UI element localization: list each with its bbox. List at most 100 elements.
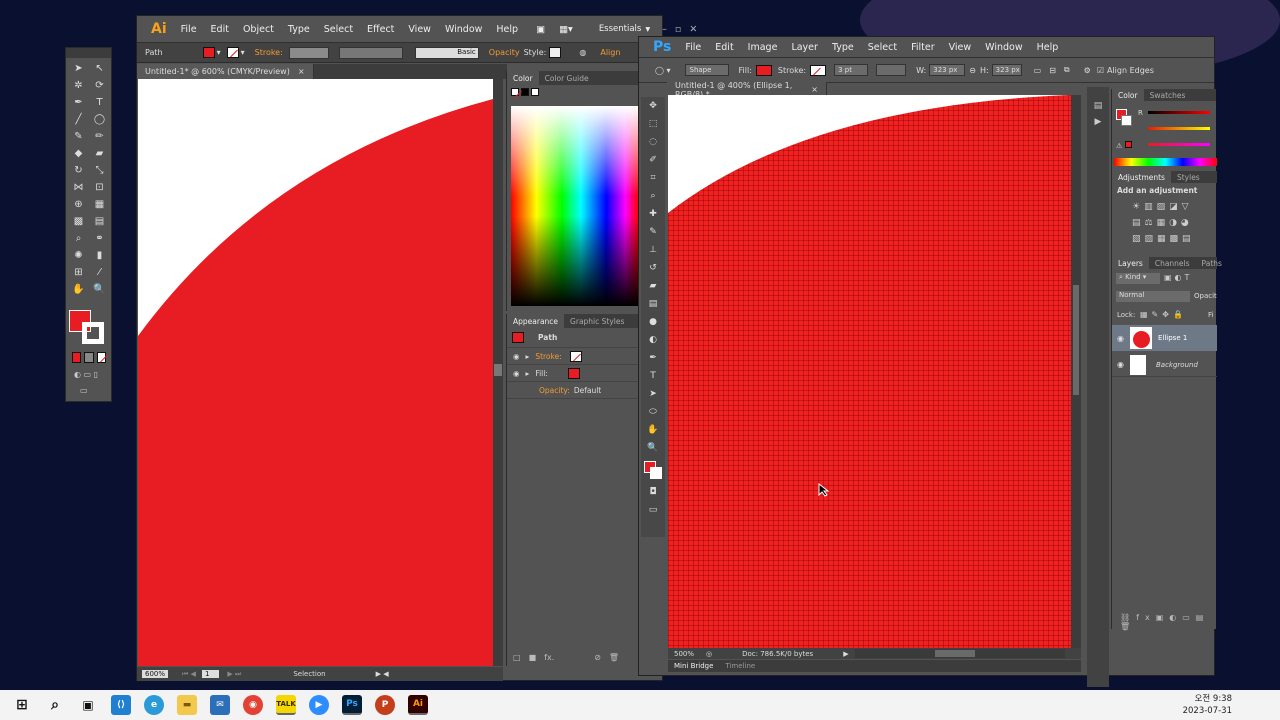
scroll-thumb[interactable] (934, 650, 975, 657)
illustrator-taskbar-icon[interactable]: Ai (408, 695, 428, 715)
menu-filter[interactable]: Filter (911, 42, 935, 53)
fill-row[interactable]: ◉ ▸ Fill: (507, 365, 638, 382)
powerpoint-icon[interactable]: P (375, 695, 395, 715)
tab-ps-swatches[interactable]: Swatches (1144, 91, 1192, 100)
dodge-tool-icon[interactable]: ◐ (641, 331, 665, 349)
brush-tool-icon[interactable]: ✎ (641, 223, 665, 241)
chrome-icon[interactable]: ◉ (243, 695, 263, 715)
close-icon[interactable]: ✕ (689, 24, 697, 35)
eraser-tool-icon[interactable]: ▰ (89, 145, 110, 162)
menu-edit[interactable]: Edit (715, 42, 733, 53)
tab-styles[interactable]: Styles (1171, 173, 1206, 182)
menu-view[interactable]: View (408, 24, 431, 35)
none-button[interactable] (96, 352, 106, 363)
blur-tool-icon[interactable]: ● (641, 313, 665, 331)
fill-swatch[interactable] (202, 47, 215, 58)
tab-graphic-styles[interactable]: Graphic Styles (564, 317, 630, 326)
crop-tool-icon[interactable]: ⌗ (641, 169, 665, 187)
close-icon[interactable]: × (811, 85, 818, 94)
add-stroke-icon[interactable]: □ (513, 653, 521, 662)
path-alignment-icon[interactable]: ⊟ (1049, 66, 1056, 75)
fill-swatch[interactable] (755, 64, 772, 76)
quick-mask-icon[interactable]: ◘ (641, 483, 665, 501)
ps-vertical-scrollbar[interactable] (1071, 95, 1081, 648)
path-selection-tool-icon[interactable]: ➤ (641, 385, 665, 403)
layer-name[interactable]: Background (1156, 361, 1198, 369)
graph-tool-icon[interactable]: ▮ (89, 247, 110, 264)
scroll-thumb[interactable] (494, 364, 502, 376)
tab-paths[interactable]: Paths (1196, 259, 1228, 268)
gradient-tool-icon[interactable]: ▤ (641, 295, 665, 313)
screen-mode-icon[interactable]: ▭ (80, 386, 98, 396)
align-link[interactable]: Align (600, 48, 620, 57)
layer-filter-icons[interactable]: ▣◐T (1164, 273, 1216, 284)
recolor-icon[interactable]: ◍ (579, 48, 586, 57)
style-swatch[interactable] (549, 47, 562, 58)
tab-color-guide[interactable]: Color Guide (539, 74, 595, 83)
tab-untitled-1[interactable]: Untitled-1* @ 600% (CMYK/Preview) × (137, 64, 314, 79)
rotate-tool-icon[interactable]: ↻ (68, 162, 89, 179)
pencil-tool-icon[interactable]: ✏ (89, 128, 110, 145)
zoom-tool-icon[interactable]: 🔍 (89, 281, 110, 298)
menu-object[interactable]: Object (243, 24, 274, 35)
lock-icons[interactable]: ▦✎✥🔒 (1140, 310, 1187, 319)
mesh-tool-icon[interactable]: ▩ (68, 213, 89, 230)
menu-effect[interactable]: Effect (367, 24, 394, 35)
play-icon[interactable]: ▶ ◀ (376, 670, 389, 678)
bridge-icon[interactable]: ▣ (536, 24, 545, 35)
screen-mode-icon[interactable]: ▭ (641, 501, 665, 519)
task-view-icon[interactable]: ▣ (78, 695, 98, 715)
blob-brush-tool-icon[interactable]: ◆ (68, 145, 89, 162)
variable-width-field[interactable] (338, 46, 403, 59)
type-tool-icon[interactable]: T (89, 94, 110, 111)
brush-definition[interactable]: Basic (414, 46, 479, 59)
gamut-warning-icon[interactable]: ⚠ (1116, 141, 1146, 151)
pen-tool-icon[interactable]: ✒ (641, 349, 665, 367)
clear-icon[interactable]: ⊘ (594, 653, 601, 662)
photoshop-canvas[interactable] (668, 95, 1071, 648)
magic-wand-tool-icon[interactable]: ✲ (68, 77, 89, 94)
menu-window[interactable]: Window (985, 42, 1022, 53)
draw-mode-icon[interactable]: ◐ ▭ ▯ (74, 370, 104, 380)
illustrator-canvas[interactable] (138, 79, 493, 666)
quick-selection-tool-icon[interactable]: ✐ (641, 151, 665, 169)
layer-name[interactable]: Ellipse 1 (1158, 334, 1187, 342)
perspective-tool-icon[interactable]: ▦ (89, 196, 110, 213)
layer-row[interactable]: ◉ Background (1112, 353, 1217, 377)
eye-icon[interactable]: ◉ (1117, 334, 1124, 343)
stroke-attr-swatch[interactable] (569, 350, 582, 362)
close-icon[interactable]: × (298, 67, 305, 76)
mode-select[interactable]: Shape (684, 64, 729, 76)
black-swatch[interactable] (521, 88, 529, 96)
color-ramp[interactable] (1114, 158, 1217, 166)
ps-bg-color[interactable] (1121, 115, 1132, 126)
zoom-icon[interactable]: ▶ (309, 695, 329, 715)
chevron-down-icon[interactable]: ▾ (241, 48, 245, 57)
ellipse-tool-icon[interactable]: ◯ (89, 111, 110, 128)
type-tool-icon[interactable]: T (641, 367, 665, 385)
eraser-tool-icon[interactable]: ▰ (641, 277, 665, 295)
marquee-tool-icon[interactable]: ⬚ (641, 115, 665, 133)
paintbrush-tool-icon[interactable]: ✎ (68, 128, 89, 145)
tab-channels[interactable]: Channels (1149, 259, 1196, 268)
stroke-color-swatch[interactable] (82, 322, 104, 344)
adjustment-icons[interactable]: ☀▥▨◪▽ ▤⚖▦◑◕ ▧▨▦▩▤ (1132, 199, 1217, 247)
vertical-scrollbar[interactable] (493, 79, 503, 666)
menu-type[interactable]: Type (832, 42, 854, 53)
clone-stamp-tool-icon[interactable]: ⊥ (641, 241, 665, 259)
status-mode[interactable]: Selection (293, 670, 325, 678)
edge-icon[interactable]: e (144, 695, 164, 715)
menu-type[interactable]: Type (288, 24, 310, 35)
path-operations-icon[interactable]: ▭ (1034, 66, 1042, 75)
move-tool-icon[interactable]: ✥ (641, 97, 665, 115)
blend-tool-icon[interactable]: ⚭ (89, 230, 110, 247)
link-icon[interactable]: ⊖ (969, 66, 976, 75)
chevron-down-icon[interactable]: ▾ (645, 24, 650, 35)
tab-adjustments[interactable]: Adjustments (1112, 171, 1171, 183)
history-brush-tool-icon[interactable]: ↺ (641, 259, 665, 277)
ps-tool-bg-color[interactable] (650, 467, 662, 479)
minimize-icon[interactable]: – (662, 24, 667, 35)
opacity-attr-label[interactable]: Opacity: (539, 386, 570, 395)
tab-ps-color[interactable]: Color (1112, 89, 1144, 101)
delete-icon[interactable]: 🗑 (609, 653, 619, 662)
